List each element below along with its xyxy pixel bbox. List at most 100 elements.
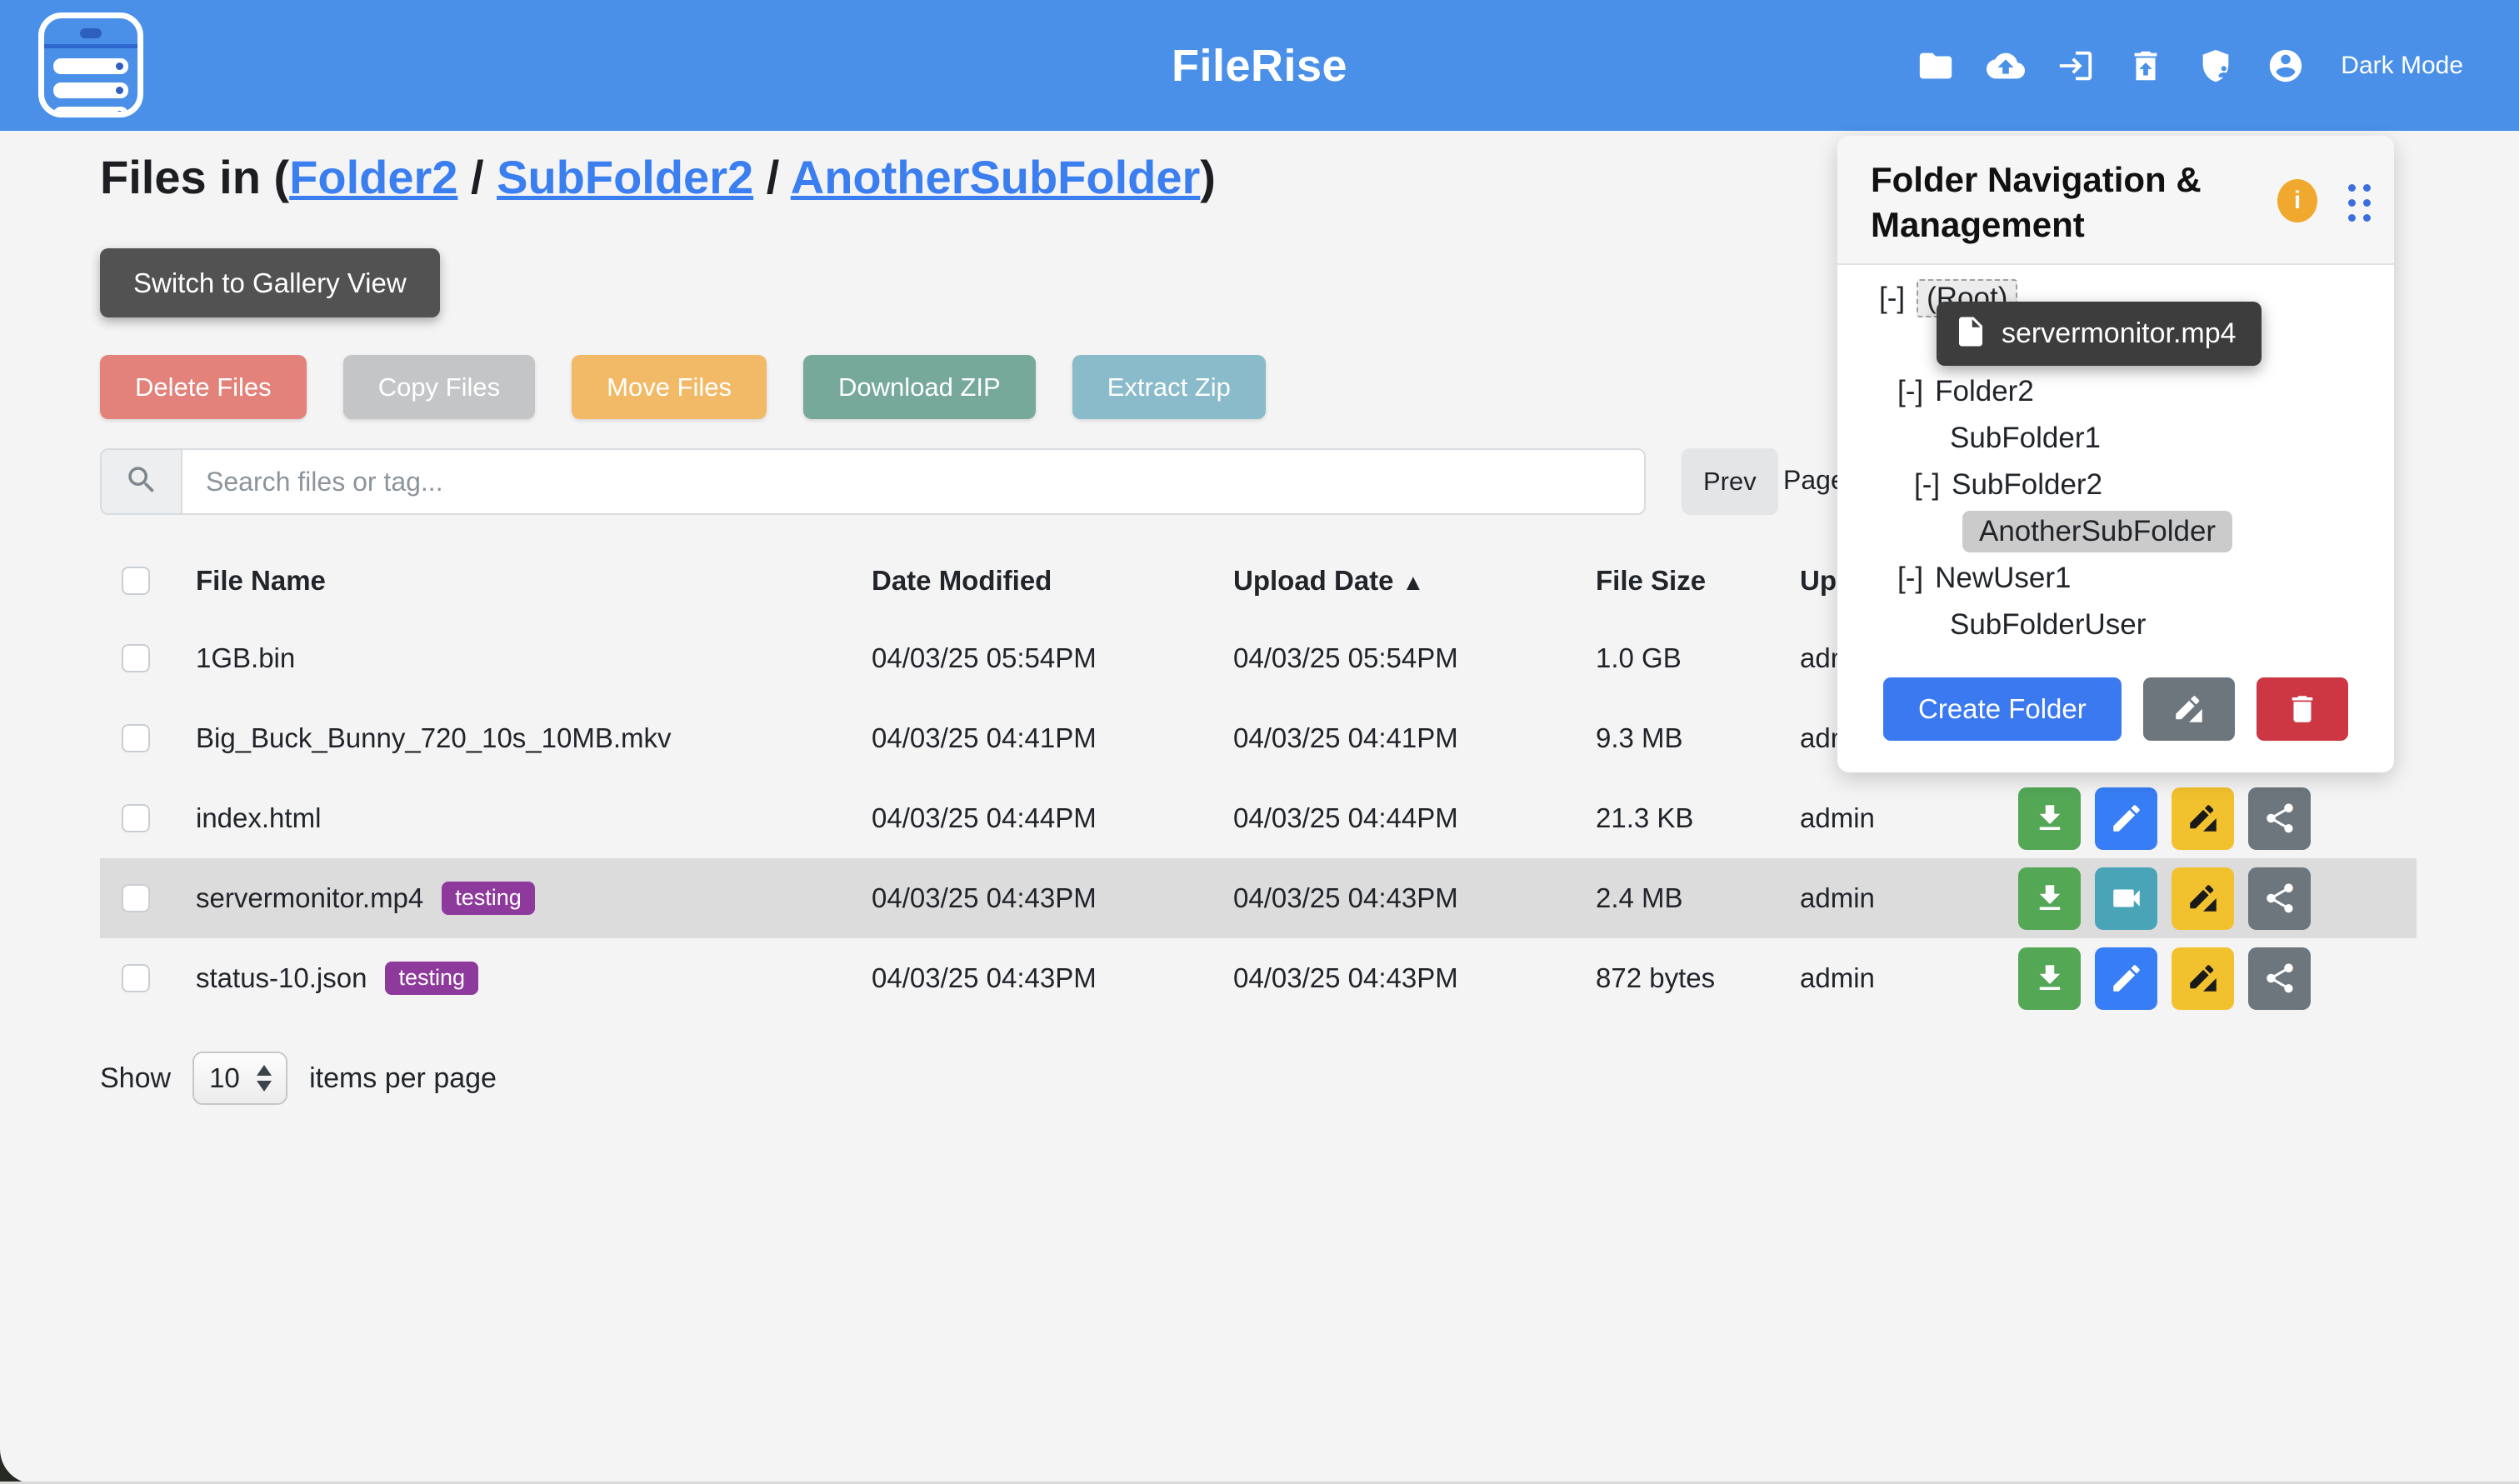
select-all-checkbox[interactable]	[122, 567, 150, 595]
file-icon	[1953, 314, 1988, 349]
search-icon	[124, 462, 159, 502]
page-label: Page	[1783, 465, 1846, 496]
tree-item-subfolderuser[interactable]: SubFolderUser	[1837, 602, 2394, 648]
tree-label[interactable]: AnotherSubFolder	[1962, 511, 2232, 552]
info-icon[interactable]: i	[2277, 179, 2317, 222]
copy-files-button[interactable]: Copy Files	[343, 355, 535, 419]
download-button[interactable]	[2018, 867, 2081, 930]
row-checkbox[interactable]	[122, 804, 150, 832]
account-icon	[2267, 47, 2305, 85]
folder-panel-header: Folder Navigation & Management i	[1837, 136, 2394, 265]
row-checkbox[interactable]	[122, 644, 150, 672]
upload-date-cell: 04/03/25 04:44PM	[1233, 802, 1596, 834]
col-header-upload-date[interactable]: Upload Date▲	[1233, 565, 1596, 597]
col-header-file-size[interactable]: File Size	[1596, 565, 1800, 597]
row-checkbox[interactable]	[122, 724, 150, 752]
tree-item-anothersubfolder[interactable]: AnotherSubFolder	[1837, 508, 2394, 555]
folder-panel-title: Folder Navigation & Management	[1871, 157, 2229, 247]
upload-date-cell: 04/03/25 04:43PM	[1233, 882, 1596, 914]
share-icon	[2262, 881, 2297, 916]
breadcrumb: Files in (Folder2 / SubFolder2 / Another…	[100, 150, 1216, 204]
upload-date-cell: 04/03/25 04:41PM	[1233, 722, 1596, 754]
tree-label[interactable]: Folder2	[1935, 375, 2034, 408]
search-input[interactable]	[181, 448, 1646, 515]
file-size-cell: 9.3 MB	[1596, 722, 1800, 754]
prev-page-button[interactable]: Prev	[1682, 448, 1778, 515]
download-button[interactable]	[2018, 787, 2081, 850]
date-modified-cell: 04/03/25 04:44PM	[872, 802, 1233, 834]
row-checkbox[interactable]	[122, 884, 150, 912]
select-spinner-icon	[257, 1065, 272, 1092]
tree-item-newuser1[interactable]: [-] NewUser1	[1837, 555, 2394, 602]
extract-files-button[interactable]: Extract Zip	[1072, 355, 1266, 419]
restore-trash-button[interactable]	[2126, 46, 2166, 86]
tag-badge: testing	[385, 962, 478, 995]
col-header-date-modified[interactable]: Date Modified	[872, 565, 1233, 597]
rename-button[interactable]	[2172, 947, 2234, 1010]
app-logo[interactable]	[38, 12, 143, 117]
search-button[interactable]	[100, 448, 181, 515]
rename-folder-button[interactable]	[2143, 677, 2235, 741]
per-page-select[interactable]: 10	[192, 1052, 287, 1105]
table-row[interactable]: status-10.jsontesting04/03/25 04:43PM04/…	[100, 938, 2417, 1018]
tree-item-subfolder2[interactable]: [-] SubFolder2	[1837, 462, 2394, 508]
account-button[interactable]	[2266, 46, 2306, 86]
uploader-cell: admin	[1800, 882, 2018, 914]
rename-icon	[2186, 961, 2221, 996]
edit-icon	[2109, 961, 2144, 996]
download-button[interactable]	[2018, 947, 2081, 1010]
create-folder-button[interactable]: Create Folder	[1883, 677, 2122, 741]
share-button[interactable]	[2248, 947, 2311, 1010]
admin-shield-button[interactable]	[2196, 46, 2236, 86]
file-name[interactable]: Big_Buck_Bunny_720_10s_10MB.mkv	[196, 722, 672, 754]
rename-icon	[2172, 692, 2207, 727]
tree-label[interactable]: SubFolder1	[1950, 422, 2101, 455]
tree-item-subfolder1[interactable]: SubFolder1	[1837, 415, 2394, 462]
folder-icon	[1917, 47, 1955, 85]
rename-button[interactable]	[2172, 787, 2234, 850]
tree-label[interactable]: NewUser1	[1935, 562, 2071, 595]
tree-item-folder2[interactable]: [-] Folder2	[1837, 368, 2394, 415]
tree-toggle[interactable]: [-]	[1879, 282, 1905, 315]
logo-server-bar	[53, 58, 128, 74]
file-name[interactable]: index.html	[196, 802, 321, 834]
edit-button[interactable]	[2095, 787, 2157, 850]
tree-label[interactable]: SubFolderUser	[1950, 608, 2146, 642]
tag-badge: testing	[442, 882, 535, 915]
file-name[interactable]: 1GB.bin	[196, 642, 295, 674]
file-name[interactable]: servermonitor.mp4	[196, 882, 423, 914]
table-row[interactable]: servermonitor.mp4 testing 04/03/25 04:43PM…	[100, 858, 2417, 938]
search-row: Prev Page	[100, 448, 1646, 515]
row-checkbox[interactable]	[122, 964, 150, 992]
col-header-file-name[interactable]: File Name	[196, 565, 872, 597]
login-icon	[2057, 47, 2095, 85]
share-button[interactable]	[2248, 787, 2311, 850]
dark-mode-toggle[interactable]: Dark Mode	[2341, 52, 2463, 80]
delete-folder-button[interactable]	[2257, 677, 2348, 741]
rename-icon	[2186, 801, 2221, 836]
video-button[interactable]	[2095, 867, 2157, 930]
file-size-cell: 872 bytes	[1596, 962, 1800, 994]
share-button[interactable]	[2248, 867, 2311, 930]
tree-toggle[interactable]: [-]	[1897, 562, 1923, 595]
tree-toggle[interactable]: [-]	[1914, 468, 1940, 502]
login-button[interactable]	[2056, 46, 2096, 86]
move-files-button[interactable]: Move Files	[572, 355, 767, 419]
file-name[interactable]: status-10.json	[196, 962, 367, 994]
breadcrumb-link-anothersubfolder[interactable]: AnotherSubFolder	[791, 151, 1201, 203]
edit-button[interactable]	[2095, 947, 2157, 1010]
table-row[interactable]: index.html 04/03/25 04:44PM04/03/25 04:44…	[100, 778, 2417, 858]
breadcrumb-link-subfolder2[interactable]: SubFolder2	[497, 151, 753, 203]
zip-files-button[interactable]: Download ZIP	[803, 355, 1036, 419]
folder-button[interactable]	[1916, 46, 1956, 86]
cloud-upload-button[interactable]	[1986, 46, 2026, 86]
tree-label[interactable]: SubFolder2	[1952, 468, 2102, 502]
tree-toggle[interactable]: [-]	[1897, 375, 1923, 408]
app-header: FileRise Dark Mode	[0, 0, 2519, 131]
rename-button[interactable]	[2172, 867, 2234, 930]
drag-handle-icon[interactable]	[2348, 184, 2371, 222]
breadcrumb-link-folder2[interactable]: Folder2	[289, 151, 457, 203]
bulk-actions-toolbar: Delete Files Copy Files Move Files Download…	[100, 355, 1266, 419]
delete-files-button[interactable]: Delete Files	[100, 355, 307, 419]
switch-gallery-view-button[interactable]: Switch to Gallery View	[100, 248, 440, 317]
